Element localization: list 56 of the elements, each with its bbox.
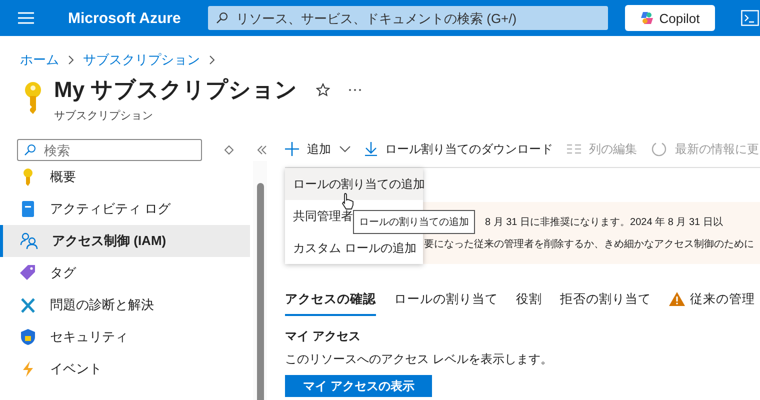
star-icon[interactable] [316, 83, 330, 97]
breadcrumb-link[interactable]: ホーム [20, 51, 59, 69]
menu-item[interactable]: ロールの割り当ての追加 [285, 168, 423, 200]
banner-text: 要になった従来の管理者を削除するか、きめ細かなアクセス制御のために [424, 238, 754, 251]
section-heading: マイ アクセス [285, 328, 362, 345]
sidebar-item[interactable]: アクセス制御 (IAM) [0, 225, 250, 257]
refresh-icon [651, 141, 667, 157]
global-search-field[interactable]: リソース、サービス、ドキュメントの検索 (G+/) [208, 6, 608, 30]
tag-icon [20, 264, 36, 282]
columns-icon [567, 144, 581, 154]
plus-icon [285, 142, 299, 156]
toolbar-button[interactable]: 追加 [285, 140, 351, 158]
brand-name[interactable]: Microsoft Azure [68, 10, 208, 26]
scrollbar[interactable] [253, 161, 267, 400]
menu-item[interactable]: カスタム ロールの追加 [285, 232, 423, 264]
section-description: このリソースへのアクセス レベルを表示します。 [285, 351, 554, 368]
chevron-right-icon [208, 55, 216, 65]
page-subtitle: サブスクリプション [54, 108, 154, 123]
sidebar-item[interactable]: アクティビティ ログ [0, 193, 250, 225]
sidebar-item[interactable]: 問題の診断と解決 [0, 289, 250, 321]
copilot-button[interactable]: Copilot [625, 5, 715, 31]
sidebar-item[interactable]: 概要 [0, 161, 250, 193]
key-icon [24, 81, 42, 115]
download-icon [365, 142, 377, 156]
menu-icon[interactable] [18, 12, 34, 24]
search-icon [216, 12, 228, 24]
search-field[interactable]: 検索 [17, 139, 202, 161]
sidebar-item[interactable]: タグ [0, 257, 250, 289]
sidebar-item[interactable]: セキュリティ [0, 321, 250, 353]
sidebar-item[interactable]: イベント [0, 353, 250, 385]
tab[interactable]: 拒否の割り当て [560, 284, 651, 316]
search-icon [24, 144, 36, 156]
terminal-icon[interactable] [741, 10, 759, 26]
more-icon[interactable] [348, 88, 362, 92]
tab[interactable]: 従来の管理 [669, 284, 755, 316]
tab[interactable]: アクセスの確認 [285, 284, 376, 316]
toolbar-button[interactable]: ロール割り当てのダウンロード [365, 140, 553, 158]
shield-lock-icon [20, 328, 36, 346]
chevron-right-icon [67, 55, 75, 65]
chevron-down-icon [339, 145, 351, 153]
page-title: My サブスクリプション [54, 76, 298, 104]
banner-text: 8 月 31 日に非推奨になります。2024 年 8 月 31 日以 [485, 216, 723, 229]
lightning-icon [20, 360, 36, 378]
people-icon [20, 232, 38, 250]
tooltip: ロールの割り当ての追加 [353, 210, 475, 234]
breadcrumb-link[interactable]: サブスクリプション [83, 51, 200, 69]
diamond-icon[interactable] [224, 145, 234, 155]
tools-icon [20, 296, 36, 314]
view-my-access-button[interactable]: マイ アクセスの表示 [285, 375, 432, 397]
hand-cursor-icon [341, 192, 355, 210]
book-icon [20, 200, 36, 218]
warning-icon [669, 292, 685, 306]
tab[interactable]: ロールの割り当て [394, 284, 498, 316]
tab[interactable]: 役割 [516, 284, 542, 316]
collapse-icon[interactable] [256, 145, 268, 155]
copilot-icon [640, 11, 654, 25]
